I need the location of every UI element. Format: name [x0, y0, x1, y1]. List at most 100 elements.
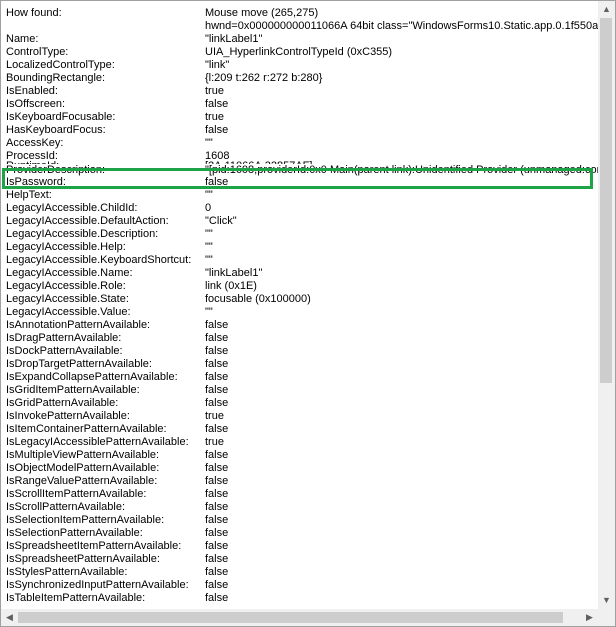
property-value: "" [205, 137, 213, 149]
property-row[interactable]: LegacyIAccessible.Role: link (0x1E) [1, 280, 598, 293]
property-name: HasKeyboardFocus: [6, 124, 106, 136]
property-name: IsScrollPatternAvailable: [6, 501, 126, 513]
property-name: ControlType: [6, 46, 69, 58]
property-name: IsPassword: [6, 176, 66, 188]
property-row[interactable]: LegacyIAccessible.KeyboardShortcut: "" [1, 254, 598, 267]
scrollbar-corner [598, 609, 615, 626]
property-row[interactable]: LegacyIAccessible.Value: "" [1, 306, 598, 319]
property-row[interactable]: BoundingRectangle: {l:209 t:262 r:272 b:2… [1, 72, 598, 85]
property-row[interactable]: IsScrollItemPatternAvailable: false [1, 488, 598, 501]
property-value: 0 [205, 202, 212, 214]
property-row[interactable]: LegacyIAccessible.ChildId: 0 [1, 202, 598, 215]
property-row[interactable]: IsMultipleViewPatternAvailable: false [1, 449, 598, 462]
property-name: AccessKey: [6, 137, 64, 149]
property-name: IsSelectionPatternAvailable: [6, 527, 143, 539]
property-name: IsGridPatternAvailable: [6, 397, 119, 409]
property-row[interactable]: IsDropTargetPatternAvailable: false [1, 358, 598, 371]
property-value: "" [205, 241, 213, 253]
property-row[interactable]: IsGridPatternAvailable: false [1, 397, 598, 410]
property-value: false [205, 566, 229, 578]
property-name: IsDockPatternAvailable: [6, 345, 123, 357]
property-value: false [205, 423, 229, 435]
property-row[interactable]: IsInvokePatternAvailable: true [1, 410, 598, 423]
property-row[interactable]: AccessKey: "" [1, 137, 598, 150]
property-row[interactable]: LegacyIAccessible.State: focusable (0x100… [1, 293, 598, 306]
property-name: LegacyIAccessible.DefaultAction: [6, 215, 169, 227]
property-row[interactable]: IsScrollPatternAvailable: false [1, 501, 598, 514]
property-row[interactable]: HelpText: "" [1, 189, 598, 202]
property-value: link (0x1E) [205, 280, 257, 292]
property-value: "" [205, 228, 213, 240]
horizontal-scrollbar[interactable]: ◀ ▶ [1, 609, 598, 626]
property-value: "" [205, 306, 213, 318]
property-row[interactable]: LocalizedControlType: "link" [1, 59, 598, 72]
property-name: How found: [6, 7, 62, 19]
property-value: true [205, 111, 224, 123]
property-value: focusable (0x100000) [205, 293, 311, 305]
property-row[interactable]: IsDragPatternAvailable: false [1, 332, 598, 345]
property-row[interactable]: How found: Mouse move (265,275) [1, 7, 598, 20]
property-row[interactable]: IsSelectionPatternAvailable: false [1, 527, 598, 540]
property-name: IsAnnotationPatternAvailable: [6, 319, 151, 331]
property-value: false [205, 553, 229, 565]
property-row[interactable]: LegacyIAccessible.DefaultAction: "Click" [1, 215, 598, 228]
property-row[interactable]: IsRangeValuePatternAvailable: false [1, 475, 598, 488]
property-row[interactable]: IsSpreadsheetItemPatternAvailable: false [1, 540, 598, 553]
property-name: IsTableItemPatternAvailable: [6, 592, 146, 604]
horizontal-scroll-thumb[interactable] [18, 612, 563, 623]
property-name: IsLegacyIAccessiblePatternAvailable: [6, 436, 189, 448]
property-row[interactable]: IsSelectionItemPatternAvailable: false [1, 514, 598, 527]
property-row[interactable]: Name: "linkLabel1" [1, 33, 598, 46]
property-row[interactable]: ControlType: UIA_HyperlinkControlTypeId (… [1, 46, 598, 59]
property-value: false [205, 345, 229, 357]
property-row[interactable]: IsStylesPatternAvailable: false [1, 566, 598, 579]
property-value: false [205, 397, 229, 409]
property-row[interactable]: IsGridItemPatternAvailable: false [1, 384, 598, 397]
property-row[interactable]: IsLegacyIAccessiblePatternAvailable: true [1, 436, 598, 449]
property-row[interactable]: IsItemContainerPatternAvailable: false [1, 423, 598, 436]
vertical-scroll-thumb[interactable] [600, 18, 612, 383]
property-value: "linkLabel1" [205, 33, 263, 45]
property-value: false [205, 462, 229, 474]
property-name: IsSelectionItemPatternAvailable: [6, 514, 165, 526]
property-row[interactable]: LegacyIAccessible.Help: "" [1, 241, 598, 254]
property-name: IsSpreadsheetPatternAvailable: [6, 553, 160, 565]
property-row[interactable]: IsDockPatternAvailable: false [1, 345, 598, 358]
property-value: false [205, 501, 229, 513]
property-value: false [205, 332, 229, 344]
property-row[interactable]: IsPassword: false [1, 176, 598, 189]
property-row[interactable]: IsOffscreen: false [1, 98, 598, 111]
property-row[interactable]: IsSpreadsheetPatternAvailable: false [1, 553, 598, 566]
property-name: LegacyIAccessible.KeyboardShortcut: [6, 254, 192, 266]
property-name: IsExpandCollapsePatternAvailable: [6, 371, 178, 383]
property-name: LegacyIAccessible.Help: [6, 241, 126, 253]
properties-panel: How found: Mouse move (265,275) hwnd=0x000… [0, 0, 616, 627]
property-value: false [205, 592, 229, 604]
up-arrow-icon[interactable]: ▲ [598, 1, 615, 18]
property-row[interactable]: IsExpandCollapsePatternAvailable: false [1, 371, 598, 384]
property-name: IsKeyboardFocusable: [6, 111, 116, 123]
property-row[interactable]: IsKeyboardFocusable: true [1, 111, 598, 124]
left-arrow-icon[interactable]: ◀ [1, 609, 18, 626]
property-row[interactable]: IsEnabled: true [1, 85, 598, 98]
vertical-scrollbar[interactable]: ▲ ▼ [598, 1, 615, 609]
property-row[interactable]: hwnd=0x000000000011066A 64bit class="Win… [1, 20, 598, 33]
property-row[interactable]: IsSynchronizedInputPatternAvailable: fals… [1, 579, 598, 592]
property-name: LegacyIAccessible.State: [6, 293, 129, 305]
property-row[interactable]: LegacyIAccessible.Name: "linkLabel1" [1, 267, 598, 280]
property-row[interactable]: IsObjectModelPatternAvailable: false [1, 462, 598, 475]
property-name: IsOffscreen: [6, 98, 66, 110]
property-row[interactable]: IsTableItemPatternAvailable: false [1, 592, 598, 605]
property-value: "" [205, 254, 213, 266]
property-name: IsSpreadsheetItemPatternAvailable: [6, 540, 182, 552]
property-name: IsRangeValuePatternAvailable: [6, 475, 158, 487]
property-row[interactable]: LegacyIAccessible.Description: "" [1, 228, 598, 241]
property-row[interactable]: IsAnnotationPatternAvailable: false [1, 319, 598, 332]
property-value: false [205, 384, 229, 396]
property-value: true [205, 85, 224, 97]
right-arrow-icon[interactable]: ▶ [581, 609, 598, 626]
property-name: IsInvokePatternAvailable: [6, 410, 130, 422]
down-arrow-icon[interactable]: ▼ [598, 592, 615, 609]
property-value: false [205, 514, 229, 526]
property-row[interactable]: HasKeyboardFocus: false [1, 124, 598, 137]
